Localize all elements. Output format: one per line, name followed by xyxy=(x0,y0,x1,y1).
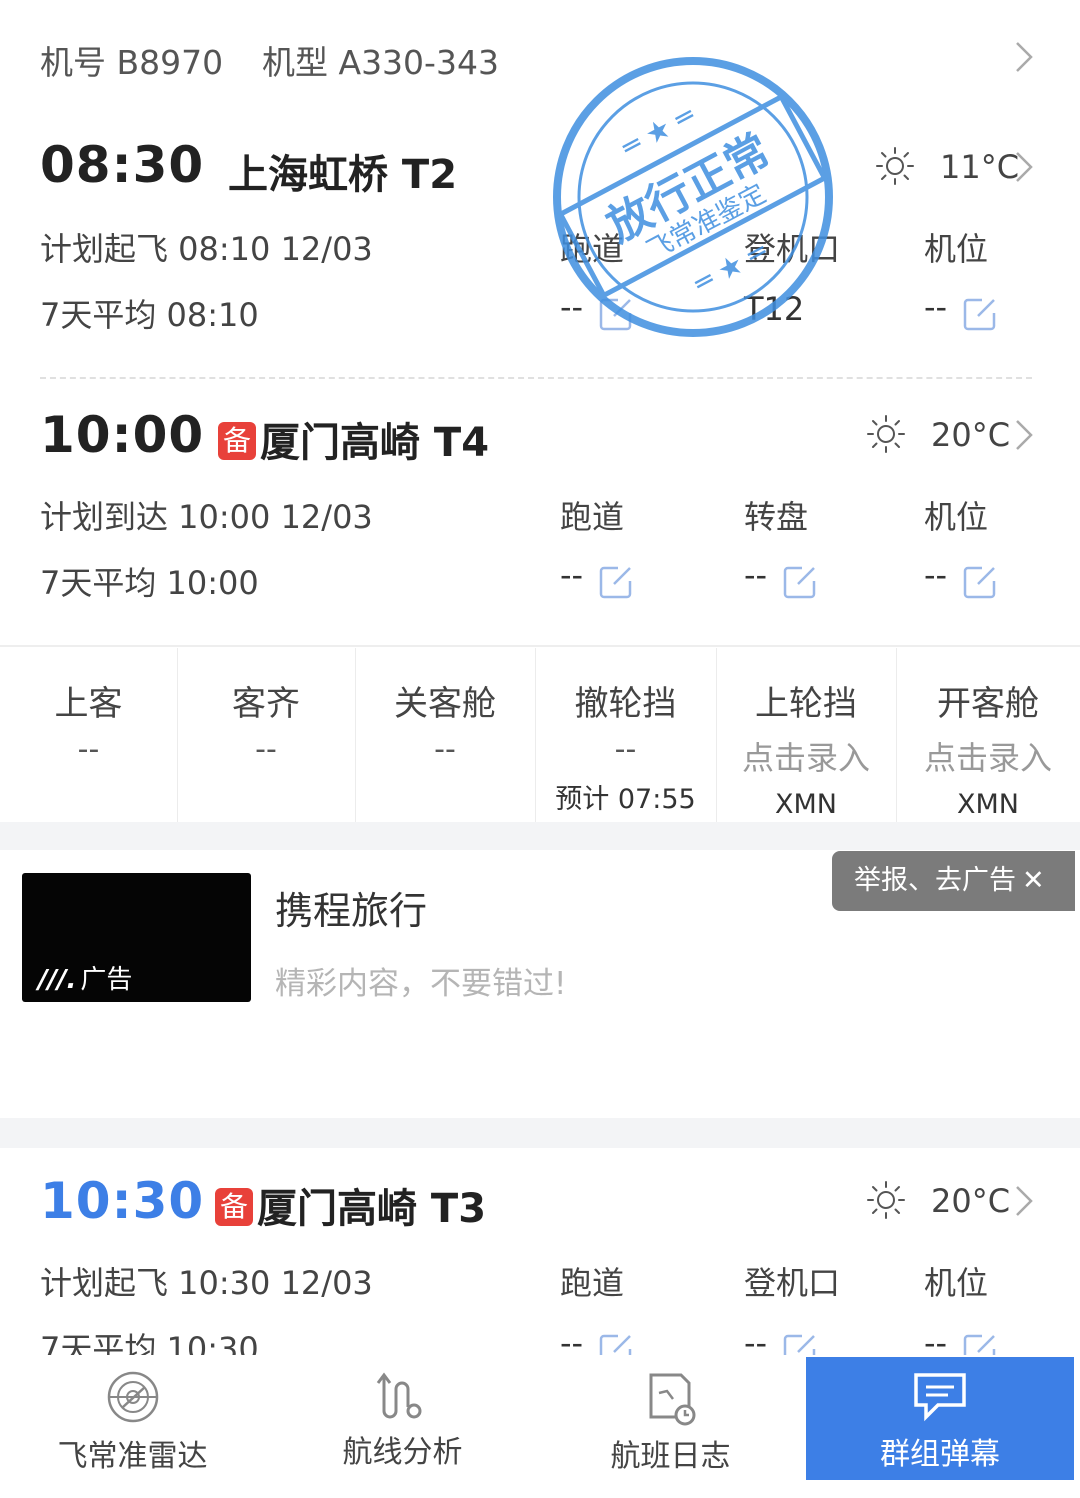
runway-value-field[interactable]: -- xyxy=(560,556,634,600)
status-title: 关客舱 xyxy=(394,684,496,724)
ad-thumbnail[interactable]: ///. 广告 xyxy=(22,873,251,1002)
edit-icon[interactable] xyxy=(962,296,998,332)
departure-airport[interactable]: 上海虹桥 T2 xyxy=(228,142,457,200)
aircraft-registration: 机号 B8970 xyxy=(40,43,224,82)
radar-icon xyxy=(107,1371,158,1423)
status-estimate: 预计 07:55 xyxy=(555,784,696,815)
section-separator xyxy=(0,822,1080,850)
carousel-value-field[interactable]: -- xyxy=(744,556,818,600)
gate-label: 登机口 xyxy=(744,1264,841,1302)
tab-group-chat[interactable]: 群组弹幕 xyxy=(806,1357,1074,1480)
status-title: 开客舱 xyxy=(937,684,1039,724)
runway-value: -- xyxy=(560,556,584,594)
alternate-planned-time: 计划起飞 10:30 12/03 xyxy=(40,1264,373,1302)
approval-stamp: ═ ★ ═ ═ ★ ═ 放行正常 飞常准鉴定 xyxy=(553,57,833,337)
status-title: 客齐 xyxy=(232,684,300,724)
stand-label: 机位 xyxy=(924,230,989,268)
tab-route-analysis[interactable]: 航线分析 xyxy=(270,1355,535,1480)
sun-icon xyxy=(876,147,914,185)
status-chocks-on[interactable]: 上轮挡 点击录入 XMN xyxy=(716,648,897,822)
status-cabin-open[interactable]: 开客舱 点击录入 XMN xyxy=(896,648,1080,822)
stand-value: -- xyxy=(924,288,948,326)
alternate-airport-name: 厦门高崎 T3 xyxy=(257,1186,487,1232)
status-airport-code: XMN xyxy=(775,789,837,820)
stand-label: 机位 xyxy=(924,498,989,536)
section-divider xyxy=(40,377,1032,379)
arrival-7day-average: 7天平均 10:00 xyxy=(40,564,259,602)
tab-radar[interactable]: 飞常准雷达 xyxy=(0,1355,265,1480)
status-airport-code: XMN xyxy=(957,789,1019,820)
tab-label: 飞常准雷达 xyxy=(57,1439,208,1474)
status-title: 撤轮挡 xyxy=(574,684,677,724)
chevron-right-icon[interactable] xyxy=(1014,1184,1034,1218)
alternate-badge: 备 xyxy=(215,1188,253,1226)
svg-text:═ ★ ═: ═ ★ ═ xyxy=(616,98,701,164)
runway-label: 跑道 xyxy=(560,1264,625,1302)
route-icon xyxy=(376,1372,421,1419)
status-value: -- xyxy=(434,732,456,767)
status-value: -- xyxy=(614,732,637,767)
departure-airport-name: 上海虹桥 T2 xyxy=(228,152,458,198)
tab-label: 航线分析 xyxy=(342,1435,463,1470)
alternate-badge: 备 xyxy=(218,422,256,460)
sun-icon xyxy=(867,415,905,453)
stand-value-field[interactable]: -- xyxy=(924,556,998,600)
log-icon xyxy=(649,1373,695,1426)
ad-thumbnail-label: ///. 广告 xyxy=(38,959,132,996)
stand-value: -- xyxy=(924,556,948,594)
stand-value-field[interactable]: -- xyxy=(924,288,998,332)
tab-flight-log[interactable]: 航班日志 xyxy=(538,1355,803,1480)
alternate-temperature: 20°C xyxy=(931,1182,1011,1220)
arrival-time: 10:00 xyxy=(40,406,205,464)
tap-to-enter[interactable]: 点击录入 xyxy=(896,733,1080,779)
runway-label: 跑道 xyxy=(560,498,625,536)
edit-icon[interactable] xyxy=(962,564,998,600)
tab-label: 群组弹幕 xyxy=(880,1437,1000,1472)
departure-planned-time: 计划起飞 08:10 12/03 xyxy=(40,230,373,268)
arrival-airport[interactable]: 备厦门高崎 T4 xyxy=(218,410,489,468)
ad-logo-icon: ///. xyxy=(38,965,77,995)
status-value: -- xyxy=(77,732,100,767)
status-chocks-off: 撤轮挡 -- 预计 07:55 xyxy=(535,648,717,822)
chevron-right-icon[interactable] xyxy=(1014,418,1034,452)
status-boarding-complete: 客齐 -- xyxy=(177,648,356,822)
ad-title[interactable]: 携程旅行 xyxy=(275,880,427,935)
status-boarding: 上客 -- xyxy=(0,648,178,822)
carousel-value: -- xyxy=(744,556,768,594)
alternate-time: 10:30 xyxy=(40,1172,205,1230)
tab-label: 航班日志 xyxy=(610,1439,731,1474)
edit-icon[interactable] xyxy=(598,564,634,600)
tap-to-enter[interactable]: 点击录入 xyxy=(716,733,896,779)
departure-time: 08:30 xyxy=(40,136,205,194)
alternate-airport[interactable]: 备厦门高崎 T3 xyxy=(215,1176,486,1234)
stand-label: 机位 xyxy=(924,1264,989,1302)
status-cabin-closed: 关客舱 -- xyxy=(355,648,536,822)
chevron-right-icon[interactable] xyxy=(1014,40,1034,74)
chat-icon xyxy=(914,1373,966,1422)
ad-thumb-text: 广告 xyxy=(80,965,133,995)
status-value: -- xyxy=(255,732,277,767)
chevron-right-icon[interactable] xyxy=(1014,150,1034,184)
departure-temperature: 11°C xyxy=(940,148,1020,186)
report-ad-label: 举报、去广告 xyxy=(854,865,1016,896)
status-strip-top-border xyxy=(0,645,1080,647)
aircraft-type: 机型 A330-343 xyxy=(262,43,499,82)
status-title: 上轮挡 xyxy=(755,684,857,724)
section-separator xyxy=(0,1118,1080,1148)
arrival-temperature: 20°C xyxy=(931,416,1011,454)
departure-7day-average: 7天平均 08:10 xyxy=(40,296,259,334)
ad-description: 精彩内容，不要错过! xyxy=(275,966,567,1002)
close-icon[interactable]: ✕ xyxy=(1022,865,1045,896)
status-title: 上客 xyxy=(54,684,123,724)
edit-icon[interactable] xyxy=(782,564,818,600)
sun-icon xyxy=(867,1181,905,1219)
report-ad-button[interactable]: 举报、去广告 ✕ xyxy=(832,851,1075,911)
arrival-planned-time: 计划到达 10:00 12/03 xyxy=(40,498,373,536)
arrival-airport-name: 厦门高崎 T4 xyxy=(260,420,490,466)
carousel-label: 转盘 xyxy=(744,498,809,536)
